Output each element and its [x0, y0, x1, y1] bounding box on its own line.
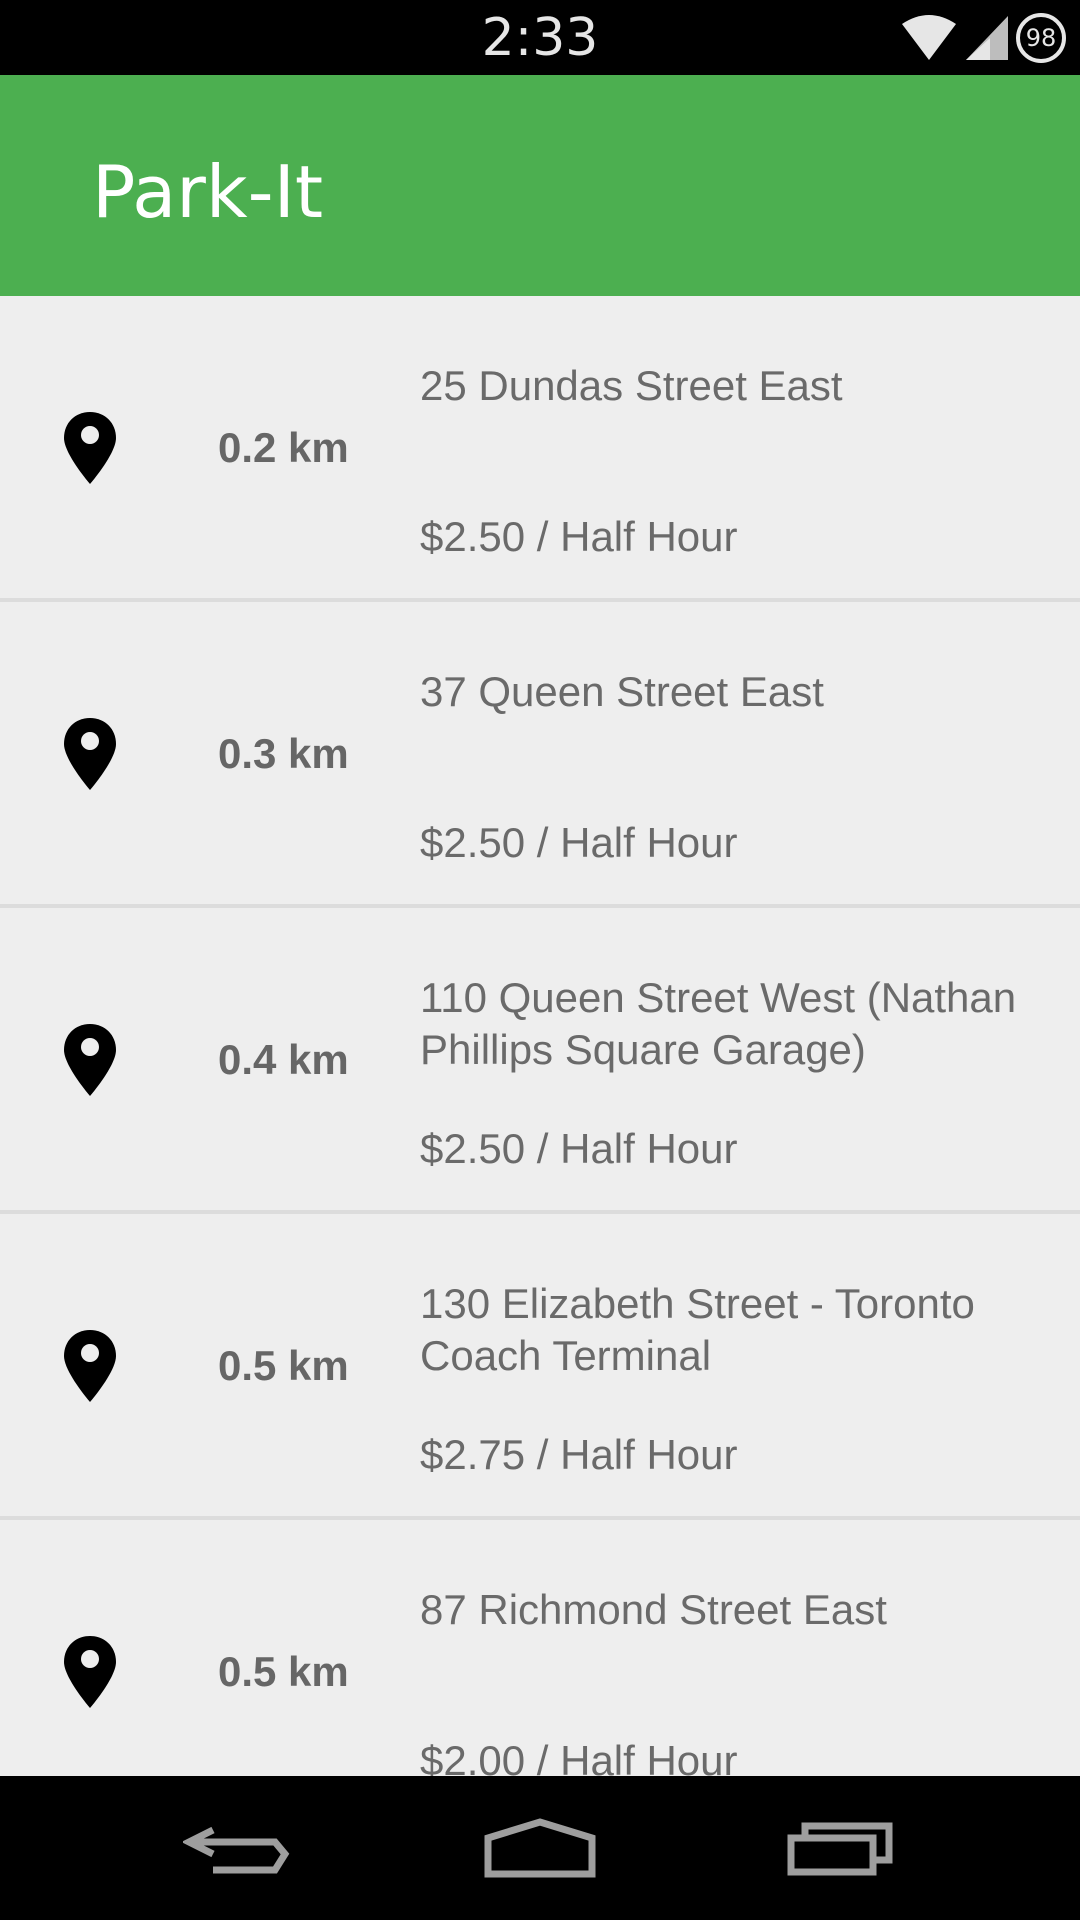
- list-item[interactable]: 0.3 km 37 Queen Street East $2.50 / Half…: [0, 602, 1080, 908]
- price-label: $2.75 / Half Hour: [420, 1431, 738, 1478]
- home-icon: [484, 1818, 596, 1878]
- battery-icon: 98: [1016, 13, 1066, 63]
- distance-label: 0.5 km: [218, 1342, 349, 1389]
- home-button[interactable]: [480, 1806, 600, 1890]
- list-item[interactable]: 0.2 km 25 Dundas Street East $2.50 / Hal…: [0, 296, 1080, 602]
- app-title: Park-It: [92, 150, 324, 234]
- map-pin-icon: [64, 1024, 116, 1096]
- map-pin-icon: [64, 1330, 116, 1402]
- status-icons: 98: [900, 10, 1066, 66]
- distance-label: 0.5 km: [218, 1648, 349, 1695]
- list-item[interactable]: 0.4 km 110 Queen Street West (Nathan Phi…: [0, 908, 1080, 1214]
- distance-label: 0.3 km: [218, 730, 349, 777]
- parking-list: 0.2 km 25 Dundas Street East $2.50 / Hal…: [0, 296, 1080, 1776]
- map-pin-icon: [64, 718, 116, 790]
- price-label: $2.50 / Half Hour: [420, 513, 738, 560]
- list-item[interactable]: 0.5 km 130 Elizabeth Street - Toronto Co…: [0, 1214, 1080, 1520]
- address-label: 25 Dundas Street East: [420, 362, 843, 409]
- nav-bar: [0, 1776, 1080, 1920]
- screen: 2:33 98 Park-It 0.2 km 25 Dundas Street …: [0, 0, 1080, 1920]
- back-button[interactable]: [178, 1806, 298, 1890]
- back-icon: [183, 1826, 290, 1874]
- list-item[interactable]: 0.5 km 87 Richmond Street East $2.00 / H…: [0, 1520, 1080, 1776]
- map-pin-icon: [64, 1636, 116, 1708]
- address-label: 110 Queen Street West (Nathan Phillips S…: [420, 974, 1017, 1073]
- address-label: 130 Elizabeth Street - Toronto Coach Ter…: [420, 1280, 975, 1379]
- address-label: 87 Richmond Street East: [420, 1586, 887, 1633]
- address-label: 37 Queen Street East: [420, 668, 824, 715]
- app-bar: Park-It: [0, 75, 1080, 296]
- price-label: $2.50 / Half Hour: [420, 1125, 738, 1172]
- distance-label: 0.2 km: [218, 424, 349, 471]
- map-pin-icon: [64, 412, 116, 484]
- cell-signal-icon: [966, 16, 1008, 60]
- distance-label: 0.4 km: [218, 1036, 349, 1083]
- recents-icon: [787, 1822, 893, 1876]
- price-label: $2.00 / Half Hour: [420, 1737, 738, 1776]
- wifi-icon: [902, 15, 956, 60]
- price-label: $2.50 / Half Hour: [420, 819, 738, 866]
- status-bar: 2:33 98: [0, 0, 1080, 75]
- recents-button[interactable]: [780, 1806, 900, 1890]
